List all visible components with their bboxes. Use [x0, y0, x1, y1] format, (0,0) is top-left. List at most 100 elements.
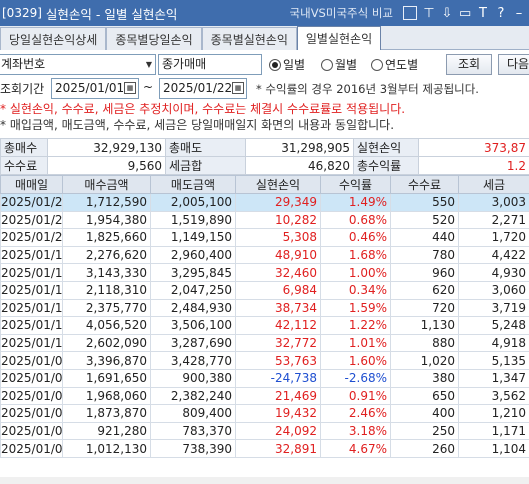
cell-buy: 1,712,590	[62, 193, 151, 212]
col-header-realized[interactable]: 실현손익	[235, 175, 321, 194]
cell-sell: 3,287,690	[150, 333, 236, 353]
cell-sell: 2,382,240	[150, 386, 236, 406]
cell-date: 2025/01/09	[0, 351, 63, 370]
cell-fee: 260	[390, 439, 459, 458]
cell-date: 2025/01/02	[0, 439, 63, 458]
col-header-buy[interactable]: 매수금액	[62, 175, 151, 194]
calendar-icon[interactable]: ▦	[124, 82, 136, 94]
text-size-icon[interactable]: T	[477, 6, 489, 21]
cell-return: 0.46%	[320, 228, 391, 247]
title-bar-actions: 국내VS미국주식 비교 ⊤ ⇩ ▭ T ? –	[290, 0, 525, 26]
cell-realized: 19,432	[235, 404, 321, 423]
print-icon[interactable]: ▭	[459, 6, 471, 21]
cell-sell: 2,484,930	[150, 298, 236, 318]
cell-realized: -24,738	[235, 368, 321, 388]
col-header-date[interactable]: 매매일	[0, 175, 63, 194]
cell-buy: 1,691,650	[62, 368, 151, 388]
col-header-sell[interactable]: 매도금액	[150, 175, 236, 194]
date-separator: ~	[143, 80, 154, 94]
minimize-icon[interactable]: –	[513, 6, 525, 21]
radio-monthly[interactable]: 월별	[321, 56, 357, 73]
table-row[interactable]: 2025/01/172,276,6202,960,40048,9101.68%7…	[0, 245, 529, 265]
cell-buy: 1,825,660	[62, 228, 151, 247]
radio-monthly-dot[interactable]	[321, 58, 333, 71]
summary-table: 총매수 32,929,130 총매도 31,298,905 실현손익 373,8…	[0, 138, 529, 175]
realized-value: 373,87	[418, 138, 529, 157]
table-row[interactable]: 2025/01/061,873,870809,40019,4322.46%400…	[0, 404, 529, 423]
cell-sell: 3,428,770	[150, 351, 236, 370]
radio-daily[interactable]: 일별	[269, 56, 305, 73]
table-row[interactable]: 2025/01/03921,280783,37024,0923.18%2501,…	[0, 421, 529, 441]
info-notice: * 매입금액, 매도금액, 수수료, 세금은 당일매매일지 화면의 내용과 동일…	[0, 118, 395, 132]
cell-buy: 2,602,090	[62, 333, 151, 353]
end-date-input[interactable]: 2025/01/22 ▦	[159, 78, 247, 99]
cell-buy: 4,056,520	[62, 316, 151, 335]
cell-tax: 3,060	[458, 280, 529, 300]
cell-buy: 2,276,620	[62, 245, 151, 265]
cell-return: 1.49%	[320, 193, 391, 212]
tab-daily-realized-detail[interactable]: 당일실현손익상세	[0, 27, 107, 50]
radio-daily-label: 일별	[283, 58, 306, 72]
radio-yearly-dot[interactable]	[371, 58, 383, 71]
radio-yearly-label: 연도별	[385, 58, 419, 72]
cell-return: 1.60%	[320, 351, 391, 370]
cell-return: 4.67%	[320, 439, 391, 458]
table-row[interactable]: 2025/01/134,056,5203,506,10042,1121.22%1…	[0, 316, 529, 335]
table-row[interactable]: 2025/01/021,012,130738,39032,8914.67%260…	[0, 439, 529, 458]
next-button[interactable]: 다음	[498, 54, 529, 75]
start-date-input[interactable]: 2025/01/01 ▦	[51, 78, 139, 99]
table-row[interactable]: 2025/01/093,396,8703,428,77053,7631.60%1…	[0, 351, 529, 370]
tax-label: 세금합	[165, 156, 246, 175]
cell-date: 2025/01/22	[0, 193, 63, 212]
table-row[interactable]: 2025/01/152,118,3102,047,2506,9840.34%62…	[0, 280, 529, 300]
table-row[interactable]: 2025/01/071,968,0602,382,24021,4690.91%6…	[0, 386, 529, 406]
chevron-down-icon[interactable]: ▼	[143, 55, 155, 74]
radio-monthly-label: 월별	[335, 58, 358, 72]
cell-realized: 24,092	[235, 421, 321, 441]
tab-stock-daily-pnl[interactable]: 종목별당일손익	[106, 27, 202, 50]
cell-fee: 1,130	[390, 316, 459, 335]
account-select[interactable]: 계좌번호 ▼	[0, 54, 156, 75]
table-row[interactable]: 2025/01/221,712,5902,005,10029,3491.49%5…	[0, 193, 529, 212]
tab-daily-realized-pnl[interactable]: 일별실현손익	[296, 26, 382, 50]
cell-realized: 5,308	[235, 228, 321, 247]
cell-date: 2025/01/03	[0, 421, 63, 441]
pin-icon[interactable]: ⊤	[423, 6, 435, 21]
radio-yearly[interactable]: 연도별	[371, 56, 418, 73]
cell-tax: 3,562	[458, 386, 529, 406]
table-row[interactable]: 2025/01/201,825,6601,149,1505,3080.46%44…	[0, 228, 529, 247]
tab-stock-realized-pnl[interactable]: 종목별실현손익	[201, 27, 297, 50]
end-date-value: 2025/01/22	[163, 81, 233, 95]
cell-realized: 6,984	[235, 280, 321, 300]
copy-icon[interactable]	[403, 6, 417, 20]
cell-return: 2.46%	[320, 404, 391, 423]
cell-date: 2025/01/15	[0, 280, 63, 300]
radio-daily-dot[interactable]	[269, 58, 281, 71]
calendar-icon[interactable]: ▦	[232, 82, 244, 94]
table-row[interactable]: 2025/01/211,954,3801,519,89010,2820.68%5…	[0, 210, 529, 230]
cell-fee: 1,020	[390, 351, 459, 370]
screen-code: [0329]	[2, 6, 42, 20]
cell-sell: 1,149,150	[150, 228, 236, 247]
col-header-tax[interactable]: 세금	[458, 175, 529, 194]
cell-fee: 880	[390, 333, 459, 353]
cell-return: 0.91%	[320, 386, 391, 406]
col-header-fee[interactable]: 수수료	[390, 175, 459, 194]
cell-date: 2025/01/13	[0, 316, 63, 335]
table-row[interactable]: 2025/01/163,143,3303,295,84532,4601.00%9…	[0, 263, 529, 282]
cell-buy: 1,968,060	[62, 386, 151, 406]
cell-realized: 21,469	[235, 386, 321, 406]
cell-fee: 780	[390, 245, 459, 265]
download-icon[interactable]: ⇩	[441, 6, 453, 21]
fee-value: 9,560	[47, 156, 166, 175]
help-icon[interactable]: ?	[495, 6, 507, 21]
table-row[interactable]: 2025/01/081,691,650900,380-24,738-2.68%3…	[0, 368, 529, 388]
cell-realized: 42,112	[235, 316, 321, 335]
cell-date: 2025/01/07	[0, 386, 63, 406]
tax-value: 46,820	[245, 156, 354, 175]
col-header-return[interactable]: 수익률	[320, 175, 391, 194]
compare-link[interactable]: 국내VS미국주식 비교	[290, 5, 393, 21]
search-button[interactable]: 조회	[446, 54, 492, 75]
table-row[interactable]: 2025/01/102,602,0903,287,69032,7721.01%8…	[0, 333, 529, 353]
table-row[interactable]: 2025/01/142,375,7702,484,93038,7341.59%7…	[0, 298, 529, 318]
